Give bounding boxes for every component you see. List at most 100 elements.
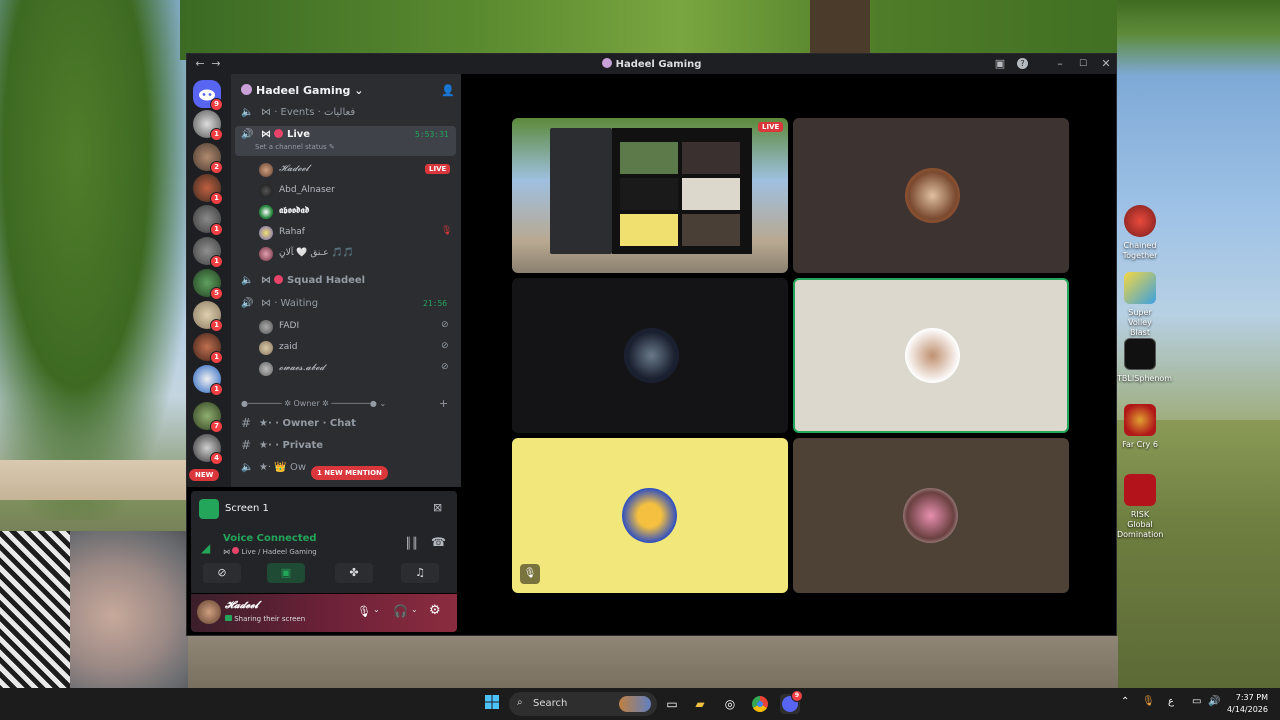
channel-status[interactable]: Set a channel status ✎ xyxy=(255,143,335,151)
soundboard-button[interactable]: ♫ xyxy=(401,563,439,583)
start-button[interactable] xyxy=(482,694,502,714)
disconnect-icon[interactable]: ☎ xyxy=(431,535,446,549)
server-icon[interactable]: 2 xyxy=(193,143,223,174)
wallpaper-grass xyxy=(1117,420,1280,688)
video-tile[interactable] xyxy=(793,118,1069,273)
server-icon[interactable]: 1 xyxy=(193,174,223,205)
server-icon[interactable]: 7 xyxy=(193,402,223,433)
server-icon[interactable]: 4 xyxy=(193,434,223,465)
close-icon[interactable]: ✕ xyxy=(1099,57,1113,71)
server-name: Hadeel Gaming xyxy=(256,84,351,97)
notification-badge: 4 xyxy=(210,452,223,465)
channel-live[interactable]: 🔊 ⋈ Live 5:53:31 Set a channel status ✎ xyxy=(235,126,456,156)
server-icon[interactable]: 1 xyxy=(193,365,223,396)
chrome-button[interactable] xyxy=(750,694,770,714)
avatar xyxy=(903,488,958,543)
voice-user[interactable]: zaid ⊘ xyxy=(259,338,459,358)
video-tile-speaking[interactable] xyxy=(793,278,1069,433)
tray-overflow-icon[interactable]: ⌃ xyxy=(1121,696,1129,707)
camera-button[interactable]: ⊘ xyxy=(203,563,241,583)
task-view-button[interactable]: ▭ xyxy=(662,694,682,714)
desktop-icon-label: TBLISphenom xyxy=(1117,374,1173,383)
signal-icon[interactable]: ◢ xyxy=(201,541,210,555)
audio-options-chevron-icon[interactable]: ⌄ xyxy=(411,605,418,614)
volume-icon[interactable]: 🔊 xyxy=(1208,696,1220,707)
channel-squad[interactable]: 🔈 ⋈ Squad Hadeel xyxy=(235,272,456,292)
server-icon[interactable]: 1 xyxy=(193,333,223,364)
windows-logo-icon xyxy=(485,695,499,709)
video-tile[interactable] xyxy=(512,278,788,433)
voice-user[interactable]: 𝖆𝖇𝖔𝖔𝖉𝖆𝖉 xyxy=(259,202,459,222)
voice-user[interactable]: Rahaf 🎙 xyxy=(259,223,459,243)
voice-user[interactable]: FADI ⊘ xyxy=(259,317,459,337)
avatar xyxy=(259,362,273,376)
maximize-icon[interactable]: ☐ xyxy=(1076,57,1090,71)
tray-microphone-icon[interactable]: 🎙 xyxy=(1142,696,1155,707)
help-icon[interactable]: ? xyxy=(1017,58,1028,69)
add-member-icon[interactable]: 👤 xyxy=(441,84,455,97)
server-icon[interactable]: 1 xyxy=(193,301,223,332)
avatar xyxy=(624,328,679,383)
chained-together-icon xyxy=(1124,205,1156,237)
desktop-icon-tblis[interactable]: TBLISphenom xyxy=(1117,338,1173,384)
tray-language-icon[interactable]: ع xyxy=(1168,696,1174,707)
server-icon[interactable]: 1 xyxy=(193,237,223,268)
video-tile[interactable] xyxy=(793,438,1069,593)
clock-date[interactable]: 4/14/2026 xyxy=(1224,705,1268,714)
microphone-icon[interactable]: 🎙 xyxy=(357,605,371,618)
taskbar: ⌕ Search ▭ ▰ ◎ 9 ⌃ 🎙 ع ▭ 🔊 7:37 PM 4/14/… xyxy=(0,688,1280,720)
server-rail: 9 1 2 1 1 1 5 1 1 1 7 4 NEW xyxy=(187,74,231,487)
self-username[interactable]: 𝓗𝓪𝓭𝓮𝓮𝓵 xyxy=(225,600,258,611)
server-header[interactable]: Hadeel Gaming ⌄ 👤 xyxy=(241,84,456,102)
channel-owner-chat[interactable]: # ★· · Owner · Chat xyxy=(235,415,456,435)
stream-tile-screen[interactable]: LIVE xyxy=(512,118,788,273)
minimize-icon[interactable]: – xyxy=(1053,57,1067,71)
notification-badge: 7 xyxy=(210,420,223,433)
screen-share-button[interactable]: ▣ xyxy=(267,563,305,583)
voice-user[interactable]: 𝓗𝓪𝓭𝓮𝓮𝓵 LIVE xyxy=(259,160,459,180)
app-button[interactable]: ◎ xyxy=(720,694,740,714)
avatar xyxy=(259,320,273,334)
noise-suppression-icon[interactable]: ║║ xyxy=(405,537,418,550)
activities-button[interactable]: ✤ xyxy=(335,563,373,583)
discord-taskbar-button[interactable]: 9 xyxy=(780,690,803,714)
inbox-icon[interactable]: ▣ xyxy=(993,57,1007,71)
notification-badge: 2 xyxy=(210,161,223,174)
voice-location[interactable]: ⋈ Live / Hadeel Gaming xyxy=(223,547,317,556)
server-icon[interactable]: 5 xyxy=(193,269,223,300)
username: zaid xyxy=(279,342,298,352)
new-unread-pill[interactable]: NEW xyxy=(189,469,220,481)
server-icon[interactable]: 1 xyxy=(193,110,223,141)
headphones-icon[interactable]: 🎧 xyxy=(393,604,408,618)
risk-icon xyxy=(1124,474,1156,506)
channel-waiting[interactable]: 🔊 ⋈ · Waiting 21:56 xyxy=(235,295,456,315)
speaker-icon: 🔈 xyxy=(241,275,254,286)
channel-timer: 5:53:31 xyxy=(415,130,449,139)
channel-events[interactable]: 🔈 ⋈ · Events · فعاليات xyxy=(235,104,456,124)
clock-time[interactable]: 7:37 PM xyxy=(1232,693,1268,702)
mic-options-chevron-icon[interactable]: ⌄ xyxy=(373,605,380,614)
wallpaper-tree xyxy=(0,0,190,520)
desktop-icon-risk[interactable]: RISK Global Domination xyxy=(1117,474,1163,540)
new-mention-pill[interactable]: 1 NEW MENTION xyxy=(311,466,388,480)
category-owner[interactable]: ●─────── ✲ Owner ✲ ────────● ⌄ + xyxy=(241,397,451,413)
desktop-icon-super-volley[interactable]: Super Volley Blast xyxy=(1117,272,1163,338)
settings-gear-icon[interactable]: ⚙ xyxy=(429,603,441,618)
channel-private[interactable]: # ★· · Private xyxy=(235,437,456,457)
voice-status[interactable]: Voice Connected xyxy=(223,533,317,544)
avatar[interactable] xyxy=(197,600,221,624)
voice-user[interactable]: 𝓸𝔀𝓪𝓮𝓼.𝓪𝓫𝓮𝓭 ⊘ xyxy=(259,359,459,379)
discord-home-icon[interactable]: 9 xyxy=(193,80,223,111)
voice-user[interactable]: Abd_Alnaser xyxy=(259,181,459,201)
add-channel-icon[interactable]: + xyxy=(439,397,448,410)
taskbar-search[interactable]: ⌕ Search xyxy=(509,692,657,716)
network-icon[interactable]: ▭ xyxy=(1192,696,1201,707)
server-icon[interactable]: 1 xyxy=(193,205,223,236)
stop-stream-icon[interactable]: ⊠ xyxy=(433,501,442,514)
desktop-icon-far-cry[interactable]: Far Cry 6 xyxy=(1117,404,1163,450)
speaker-icon: 🔈 xyxy=(241,107,254,118)
desktop-icon-chained-together[interactable]: Chained Together xyxy=(1117,205,1163,261)
file-explorer-button[interactable]: ▰ xyxy=(690,694,710,714)
voice-user[interactable]: عـنق 🤍 ﺂلاڼ 🎵🎵 xyxy=(259,244,459,264)
video-tile[interactable]: 🎙 xyxy=(512,438,788,593)
